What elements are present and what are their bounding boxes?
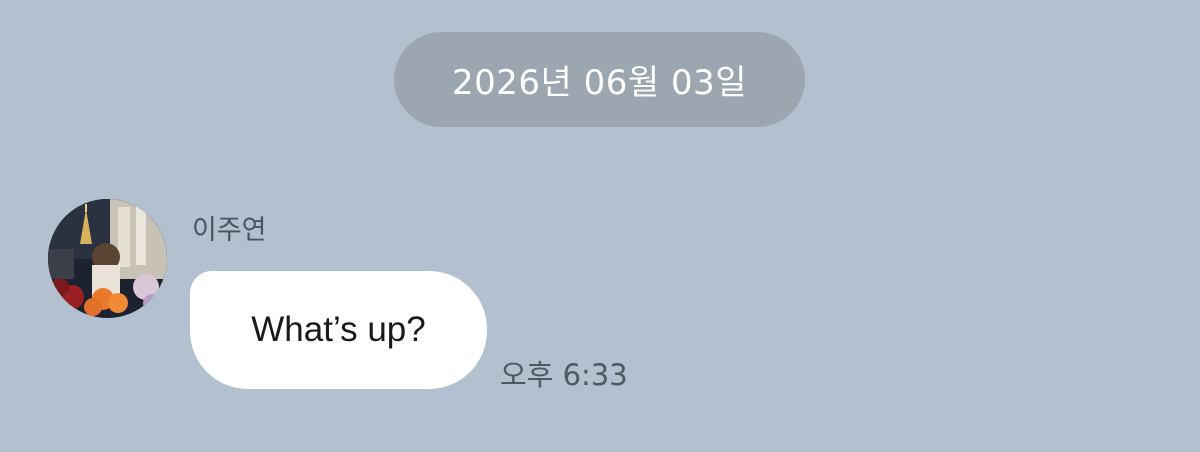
chat-room: 2026년 06월 03일 이주연 What’s up? 오후 6:33: [0, 0, 1200, 452]
profile-photo-icon: [48, 199, 167, 318]
message-text: What’s up?: [251, 310, 426, 349]
avatar[interactable]: [48, 199, 167, 318]
message-bubble[interactable]: What’s up?: [190, 271, 487, 389]
date-divider: 2026년 06월 03일: [394, 32, 805, 127]
sender-name: 이주연: [192, 215, 267, 246]
date-label: 2026년 06월 03일: [451, 63, 747, 103]
message-time: 오후 6:33: [500, 358, 628, 392]
